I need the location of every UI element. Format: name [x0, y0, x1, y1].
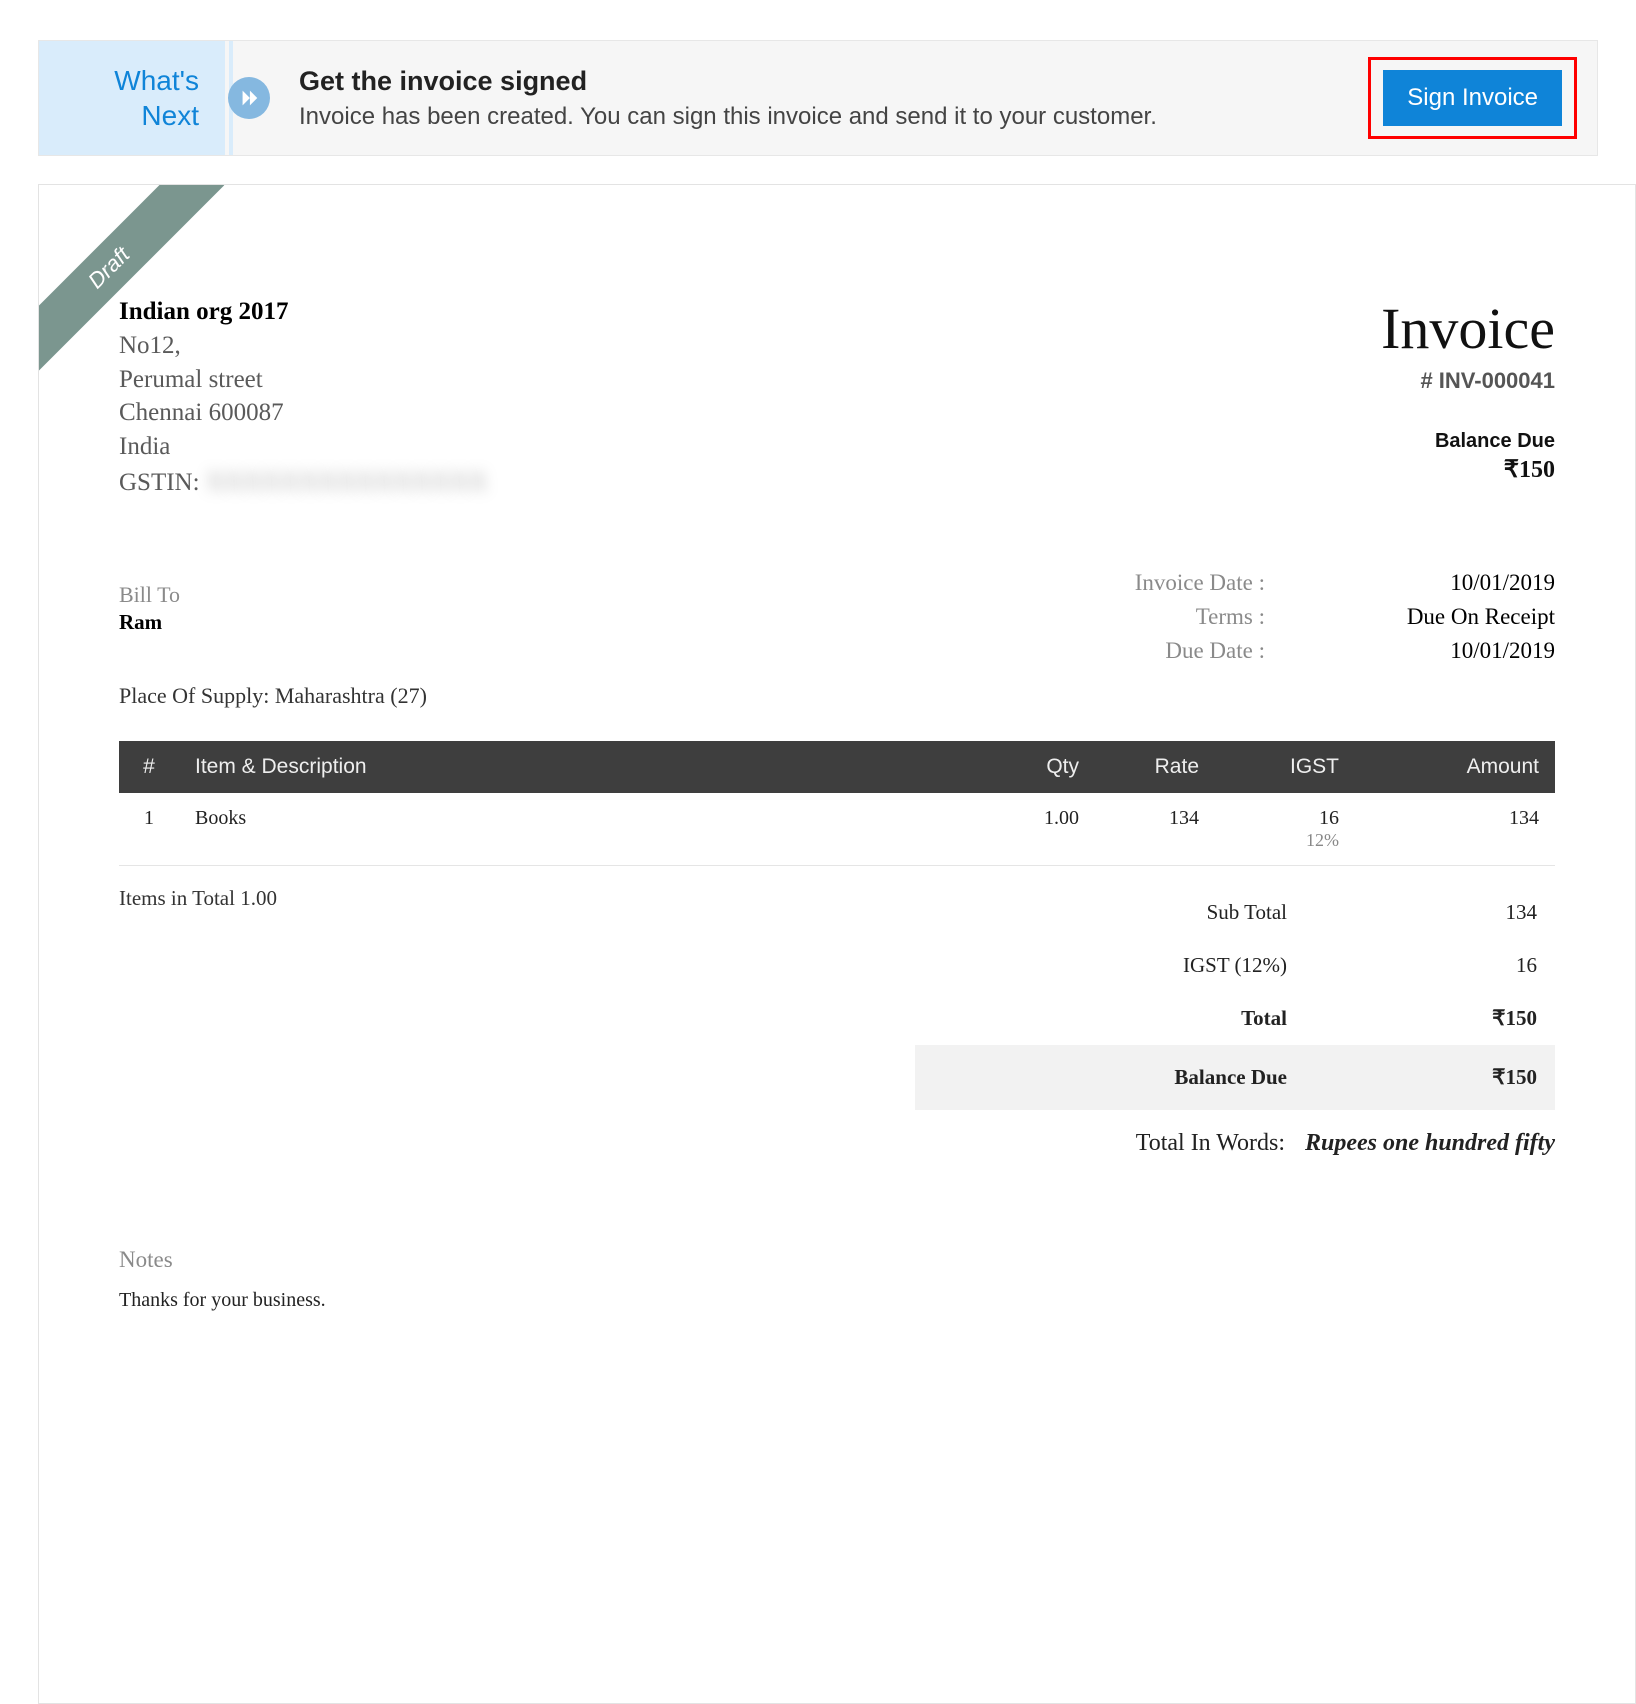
whats-next-arrow-wrap [219, 41, 279, 155]
notes-body: Thanks for your business. [119, 1289, 1555, 1312]
totals-value: 16 [1407, 953, 1537, 978]
item-rate: 134 [1095, 793, 1215, 866]
org-address-line: Chennai 600087 [119, 396, 487, 430]
totals-row: IGST (12%)16 [915, 939, 1555, 992]
column-header: Item & Description [179, 741, 975, 793]
totals-label: Total [933, 1006, 1407, 1031]
meta-label: Terms : [1045, 604, 1305, 630]
place-of-supply: Place Of Supply: Maharashtra (27) [119, 683, 1555, 709]
item-igst: 1612% [1215, 793, 1355, 866]
banner-subtitle: Invoice has been created. You can sign t… [299, 103, 1368, 131]
item-amount: 134 [1355, 793, 1555, 866]
item-qty: 1.00 [975, 793, 1095, 866]
totals-block: Sub Total134IGST (12%)16Total₹150Balance… [915, 886, 1555, 1110]
doc-title-block: Invoice # INV-000041 Balance Due ₹150 [1381, 295, 1555, 500]
org-address-line: India [119, 430, 487, 464]
org-address-line: No12, [119, 329, 487, 363]
totals-row: Sub Total134 [915, 886, 1555, 939]
meta-row: Due Date :10/01/2019 [119, 638, 1555, 664]
items-in-total: Items in Total 1.00 [119, 886, 277, 1110]
total-in-words: Total In Words: Rupees one hundred fifty [119, 1130, 1555, 1157]
org-address-line: Perumal street [119, 363, 487, 397]
org-gstin: GSTIN: XXXXXXXXXXXXXXX [119, 464, 487, 500]
line-items-table: #Item & DescriptionQtyRateIGSTAmount 1Bo… [119, 741, 1555, 866]
gstin-label: GSTIN: [119, 469, 206, 496]
meta-label: Invoice Date : [1045, 570, 1305, 596]
totals-label: Sub Total [933, 900, 1407, 925]
in-words-label: Total In Words: [1136, 1130, 1285, 1156]
notes-heading: Notes [119, 1247, 1555, 1273]
doc-title: Invoice [1381, 295, 1555, 362]
items-in-total-value: 1.00 [240, 886, 277, 910]
whats-next-label: What's Next [39, 41, 219, 155]
callout-highlight: Sign Invoice [1368, 57, 1577, 139]
invoice-document: Draft Indian org 2017 No12, Perumal stre… [38, 184, 1636, 1704]
column-header: Amount [1355, 741, 1555, 793]
column-header: Qty [975, 741, 1095, 793]
column-header: # [119, 741, 179, 793]
meta-value: 10/01/2019 [1305, 570, 1555, 596]
items-in-total-label: Items in Total [119, 886, 235, 910]
forward-icon [228, 77, 270, 119]
totals-value: ₹150 [1407, 1006, 1537, 1031]
whats-next-banner: What's Next Get the invoice signed Invoi… [38, 40, 1598, 156]
balance-due-label: Balance Due [1381, 430, 1555, 453]
meta-value: Due On Receipt [1305, 604, 1555, 630]
totals-value: ₹150 [1407, 1065, 1537, 1090]
totals-row: Balance Due₹150 [915, 1045, 1555, 1110]
banner-action: Sign Invoice [1368, 41, 1597, 155]
doc-number: # INV-000041 [1381, 368, 1555, 394]
totals-label: IGST (12%) [933, 953, 1407, 978]
balance-due-block: Balance Due ₹150 [1381, 430, 1555, 484]
totals-value: 134 [1407, 900, 1537, 925]
sign-invoice-button[interactable]: Sign Invoice [1383, 70, 1562, 126]
banner-text: Get the invoice signed Invoice has been … [279, 41, 1368, 155]
banner-title: Get the invoice signed [299, 66, 1368, 97]
org-name: Indian org 2017 [119, 295, 487, 329]
item-desc: Books [179, 793, 975, 866]
gstin-value: XXXXXXXXXXXXXXX [206, 464, 488, 499]
column-header: Rate [1095, 741, 1215, 793]
meta-label: Due Date : [1045, 638, 1305, 664]
balance-due-value: ₹150 [1381, 455, 1555, 484]
meta-value: 10/01/2019 [1305, 638, 1555, 664]
in-words-value: Rupees one hundred fifty [1305, 1130, 1555, 1156]
line-item-row: 1Books1.001341612%134 [119, 793, 1555, 866]
item-num: 1 [119, 793, 179, 866]
totals-label: Balance Due [933, 1065, 1407, 1090]
notes-block: Notes Thanks for your business. [119, 1247, 1555, 1312]
column-header: IGST [1215, 741, 1355, 793]
org-block: Indian org 2017 No12, Perumal street Che… [119, 295, 487, 500]
totals-row: Total₹150 [915, 992, 1555, 1045]
